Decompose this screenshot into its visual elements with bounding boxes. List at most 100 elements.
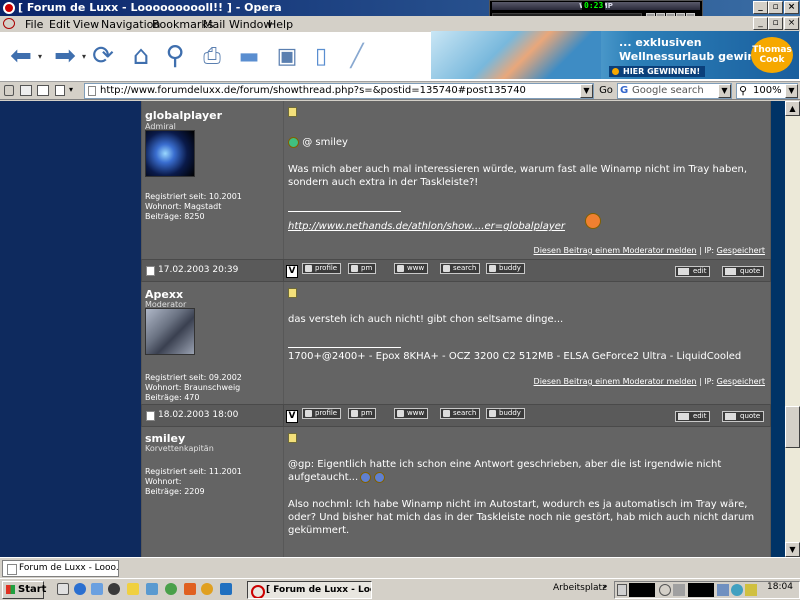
page-dropdown-icon[interactable]: ▾ [69, 85, 73, 94]
tray-icon-hidden[interactable] [629, 583, 655, 597]
quote-button[interactable]: quote [722, 266, 765, 277]
app-icon[interactable] [184, 583, 196, 595]
new-page-icon[interactable]: ▯ [306, 36, 336, 76]
cd-icon[interactable] [201, 583, 213, 595]
menu-file[interactable]: File [25, 18, 43, 31]
start-button[interactable]: Start [2, 581, 46, 599]
opera-menu-icon[interactable] [3, 18, 15, 29]
network-icon[interactable] [146, 583, 158, 595]
search-icon[interactable]: ⚲ [160, 36, 190, 76]
post-greeting: @ smiley [288, 136, 764, 149]
taskbar-item-opera[interactable]: [ Forum de Luxx - Loo... [247, 581, 372, 599]
v-button[interactable]: V [286, 410, 298, 423]
profile-button[interactable]: profile [302, 408, 342, 419]
ad-cta-button[interactable]: HIER GEWINNEN! [609, 66, 706, 77]
buddy-button[interactable]: buddy [486, 263, 525, 274]
edit-button[interactable]: edit [675, 411, 711, 422]
back-icon[interactable]: ⬅ [4, 36, 38, 76]
url-dropdown-icon[interactable]: ▼ [580, 84, 593, 98]
buddy-icon [489, 265, 496, 272]
close-button[interactable]: × [784, 1, 799, 14]
forward-icon[interactable]: ➡ [48, 36, 82, 76]
menu-mail[interactable]: Mail [203, 18, 225, 31]
signature-link[interactable]: http://www.nethands.de/athlon/show....er… [288, 221, 565, 232]
quote-icon [725, 268, 736, 275]
v-button[interactable]: V [286, 265, 298, 278]
show-desktop-icon[interactable] [57, 583, 69, 595]
wand-icon[interactable] [20, 85, 32, 96]
tray-app-icon[interactable] [659, 584, 671, 596]
scroll-down-icon[interactable]: ▼ [785, 542, 800, 557]
scroll-up-icon[interactable]: ▲ [785, 101, 800, 116]
open-folder-icon[interactable]: ▬ [232, 36, 266, 76]
arbeitsplatz-toolbar[interactable]: Arbeitsplatz [553, 583, 607, 593]
reload-icon[interactable]: ⟳ [88, 36, 118, 76]
go-button[interactable]: Go [596, 84, 616, 98]
print-icon[interactable]: ⎙ [196, 36, 228, 76]
outlook-icon[interactable] [91, 583, 103, 595]
edit-button[interactable]: edit [675, 266, 711, 277]
toolbar-expand-icon[interactable]: » [602, 582, 608, 592]
minimize-button[interactable]: _ [753, 1, 768, 14]
google-search-input[interactable]: Google search [617, 83, 732, 99]
maximize-button[interactable]: ▫ [768, 1, 783, 14]
animated-smiley-icon [585, 213, 601, 229]
volume-icon[interactable] [617, 584, 627, 596]
doc-restore-button[interactable]: ▫ [768, 17, 783, 30]
doc-minimize-button[interactable]: _ [753, 17, 768, 30]
buddy-button[interactable]: buddy [486, 408, 525, 419]
pm-button[interactable]: pm [348, 408, 377, 419]
pm-icon [351, 410, 358, 417]
menu-view[interactable]: View [73, 18, 99, 31]
tray-security-icon[interactable] [745, 584, 757, 596]
author-location: Wohnort: Braunschweig [145, 383, 241, 392]
scroll-thumb[interactable] [785, 406, 800, 448]
icq-icon[interactable] [165, 583, 177, 595]
tray-sync-icon[interactable] [731, 584, 743, 596]
pen-icon[interactable]: ╱ [340, 36, 374, 76]
report-link[interactable]: Diesen Beitrag einem Moderator melden [534, 246, 697, 255]
www-button[interactable]: www [394, 408, 429, 419]
quote-button[interactable]: quote [722, 411, 765, 422]
www-button[interactable]: www [394, 263, 429, 274]
ip-link[interactable]: Gespeichert [717, 246, 765, 255]
ip-link[interactable]: Gespeichert [717, 377, 765, 386]
advertisement-banner[interactable]: ... exklusiven Wellnessurlaub gewinnen! … [431, 31, 799, 79]
lock-icon[interactable] [4, 85, 14, 96]
media-icon[interactable] [108, 583, 120, 595]
buddy-icon [489, 410, 496, 417]
search-button[interactable]: search [440, 263, 481, 274]
zoom-dropdown-icon[interactable]: ▼ [785, 84, 798, 98]
url-input[interactable]: http://www.forumdeluxx.de/forum/showthre… [84, 83, 594, 99]
tray-util-icon[interactable] [673, 584, 685, 596]
profile-button[interactable]: profile [302, 263, 342, 274]
menu-help[interactable]: Help [268, 18, 293, 31]
search-button[interactable]: search [440, 408, 481, 419]
tray-icon-hidden[interactable] [688, 583, 714, 597]
pm-icon [351, 265, 358, 272]
doc-close-button[interactable]: × [784, 17, 799, 30]
page-icon[interactable] [55, 85, 65, 96]
search-dropdown-icon[interactable]: ▼ [718, 84, 731, 98]
tab-bar: Forum de Luxx - Looo... [0, 557, 800, 578]
ie-icon[interactable] [74, 583, 86, 595]
save-icon[interactable]: ▣ [272, 36, 302, 76]
post-author-panel: smiley Korvettenkapitän Registriert seit… [142, 427, 283, 557]
author-name[interactable]: globalplayer [145, 109, 222, 122]
vertical-scrollbar[interactable]: ▲ ▼ [785, 101, 800, 557]
tab-forum-de-luxx[interactable]: Forum de Luxx - Looo... [2, 560, 119, 577]
window-title: [ Forum de Luxx - Loooooooooll!! ] - Ope… [18, 1, 282, 14]
home-icon[interactable]: ⌂ [124, 36, 158, 76]
menu-edit[interactable]: Edit [49, 18, 70, 31]
back-dropdown-icon[interactable]: ▾ [36, 36, 44, 76]
author-registered: Registriert seit: 10.2001 [145, 192, 242, 201]
report-link[interactable]: Diesen Beitrag einem Moderator melden [534, 377, 697, 386]
pm-button[interactable]: pm [348, 263, 377, 274]
info-icon[interactable] [37, 85, 49, 96]
roll-eyes-icon [374, 471, 386, 483]
menu-window[interactable]: Window [229, 18, 272, 31]
forward-dropdown-icon[interactable]: ▾ [80, 36, 88, 76]
winamp-icon[interactable] [127, 583, 139, 595]
tray-network-icon[interactable] [717, 584, 729, 596]
tool-icon[interactable] [220, 583, 232, 595]
